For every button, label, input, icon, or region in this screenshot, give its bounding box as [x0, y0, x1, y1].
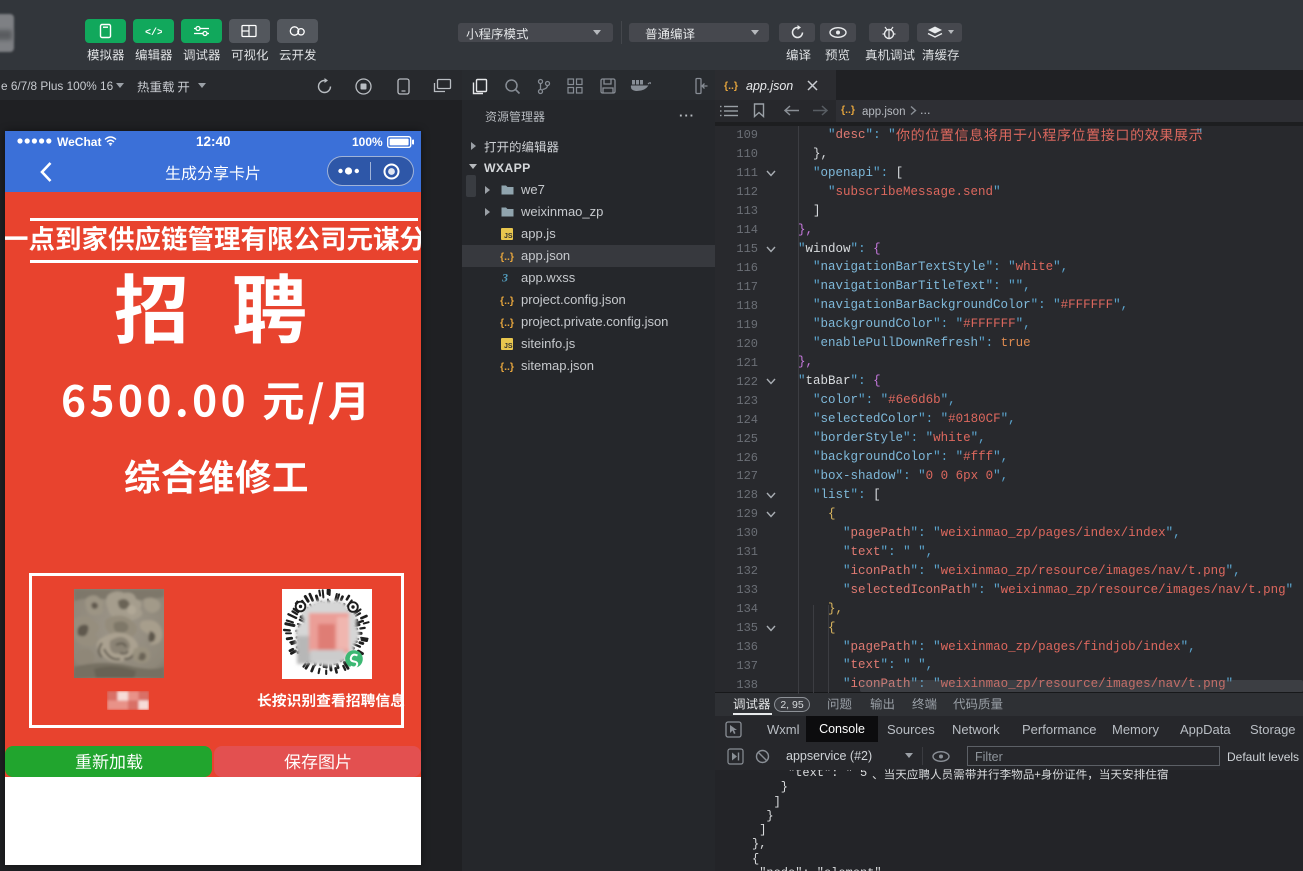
svg-text:{..}: {..}	[500, 361, 514, 372]
svg-text:{..}: {..}	[500, 251, 514, 262]
svg-text:3: 3	[502, 271, 508, 283]
svg-text:JS: JS	[504, 233, 513, 240]
svg-text:{..}: {..}	[841, 104, 855, 115]
svg-text:</>: </>	[145, 27, 162, 37]
svg-text:{..}: {..}	[724, 80, 738, 91]
svg-text:{..}: {..}	[500, 317, 514, 328]
svg-text:JS: JS	[504, 343, 513, 350]
svg-text:{..}: {..}	[500, 295, 514, 306]
